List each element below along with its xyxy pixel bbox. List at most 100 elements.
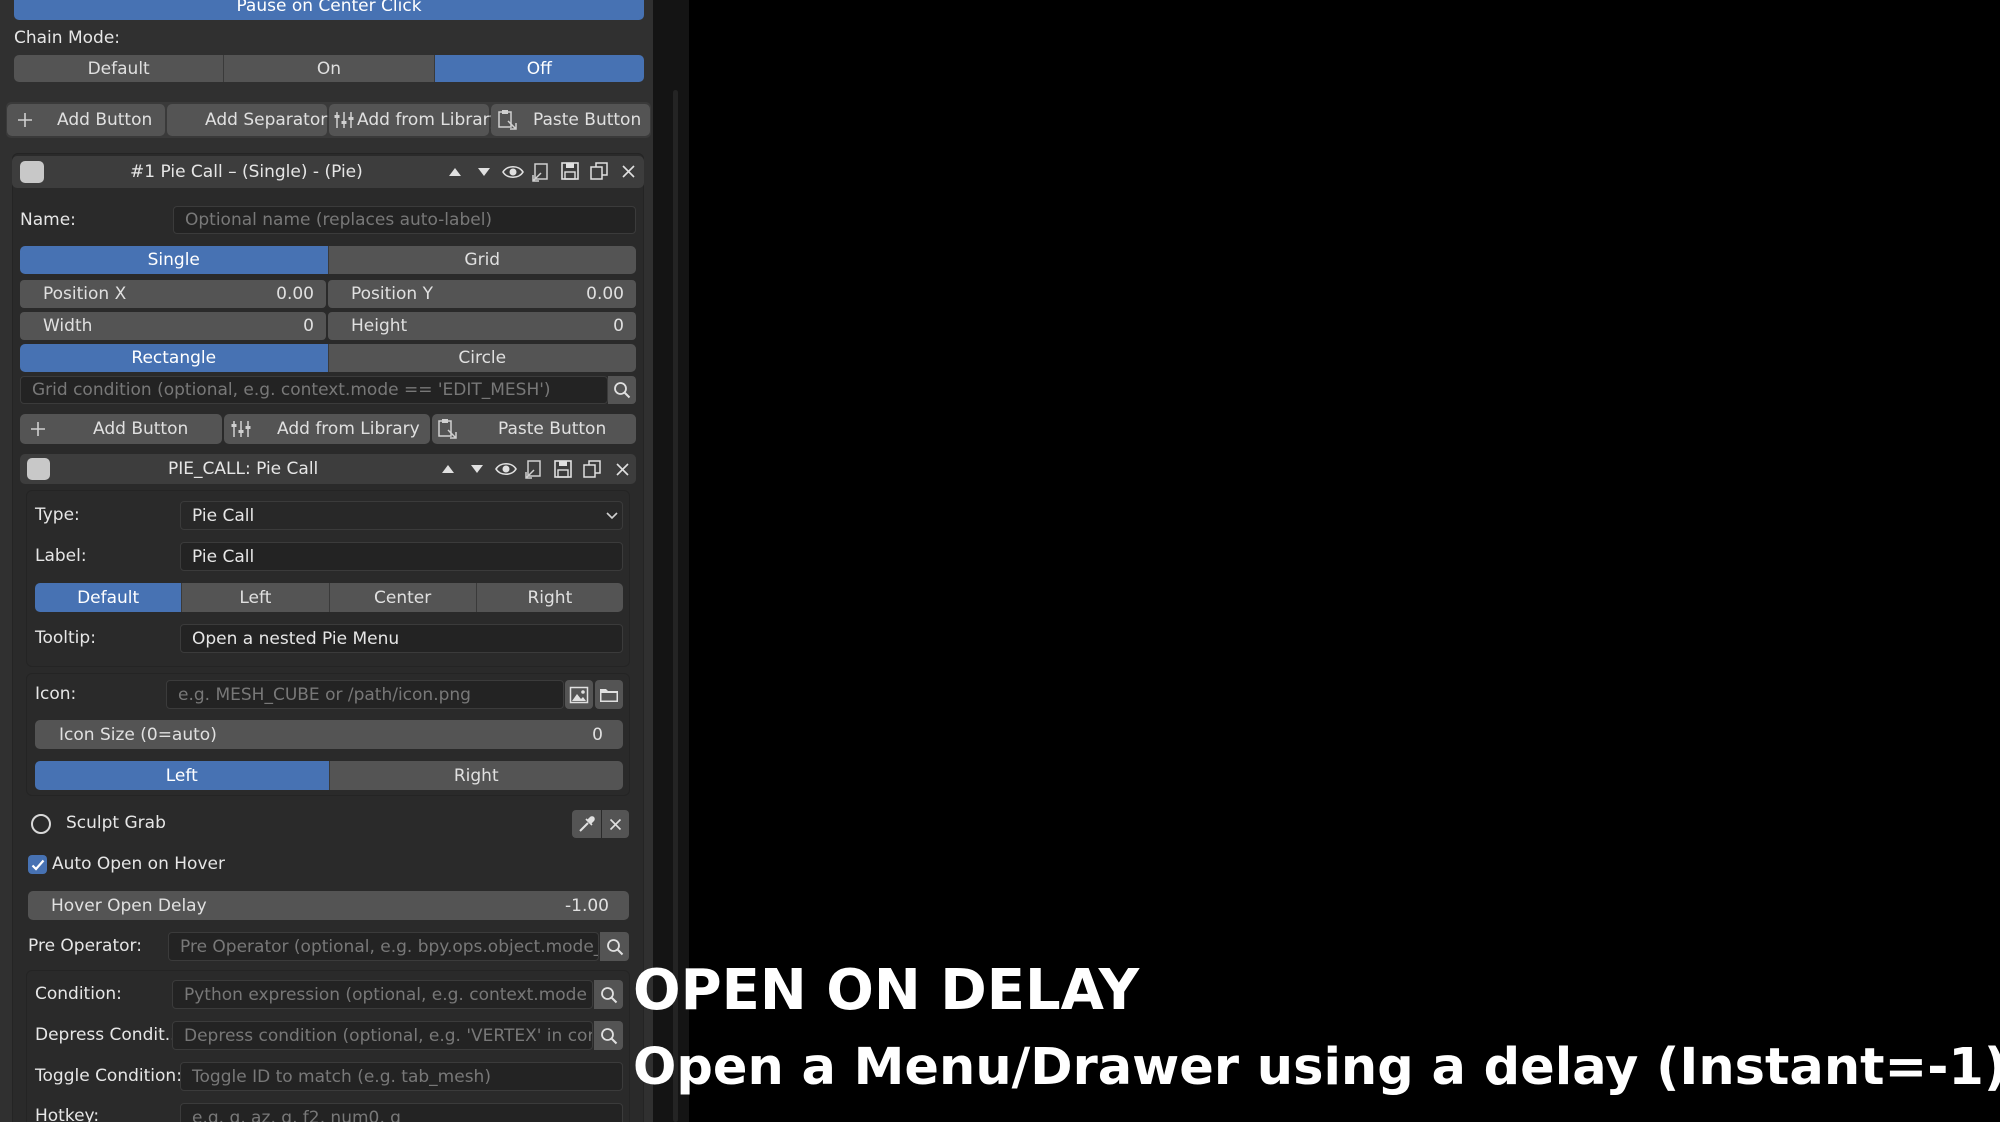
add-from-library-button[interactable]: Add from Library <box>329 104 500 136</box>
clear-sculpt-grab-button[interactable] <box>602 810 629 838</box>
pause-on-center-click-label: Pause on Center Click <box>236 0 422 16</box>
width-label: Width <box>43 316 93 336</box>
grid-condition-input[interactable]: Grid condition (optional, e.g. context.m… <box>20 376 608 404</box>
chain-mode-selector: Default On Off <box>14 55 644 82</box>
icon-side-selector: Left Right <box>35 761 623 790</box>
type-label: Type: <box>35 505 80 525</box>
move-down-icon[interactable] <box>476 164 492 180</box>
item-title: #1 Pie Call – (Single) - (Pie) <box>130 162 363 182</box>
tooltip-input[interactable]: Open a nested Pie Menu <box>180 624 623 653</box>
alignment-selector: Default Left Center Right <box>35 583 623 612</box>
eyedropper-button[interactable] <box>572 810 601 838</box>
move-up-icon[interactable] <box>440 461 456 477</box>
add-button[interactable]: Add Button <box>7 104 165 136</box>
pie-call-title: PIE_CALL: Pie Call <box>168 459 319 479</box>
position-y-field[interactable]: Position Y 0.00 <box>328 280 636 308</box>
tooltip-label: Tooltip: <box>35 628 96 648</box>
sub-add-from-library-button[interactable]: Add from Library <box>224 414 430 444</box>
toggle-condition-input[interactable]: Toggle ID to match (e.g. tab_mesh) <box>180 1062 623 1091</box>
shape-selector: Rectangle Circle <box>20 344 636 372</box>
chain-mode-off[interactable]: Off <box>434 55 644 82</box>
type-dropdown[interactable]: Pie Call <box>180 501 623 530</box>
shape-rectangle[interactable]: Rectangle <box>20 344 329 372</box>
search-icon <box>600 986 617 1003</box>
layout-single[interactable]: Single <box>20 246 329 274</box>
align-default[interactable]: Default <box>35 583 183 612</box>
icon-picker-button[interactable] <box>565 680 593 709</box>
icon-size-value: 0 <box>592 724 603 745</box>
hotkey-input[interactable]: e.g. g, az, g, f2, num0, g <box>180 1103 623 1122</box>
chain-mode-on[interactable]: On <box>224 55 435 82</box>
save-icon[interactable] <box>560 161 580 181</box>
close-icon[interactable] <box>615 462 630 477</box>
sculpt-grab-radio[interactable] <box>31 814 51 834</box>
auto-open-checkbox[interactable] <box>28 855 47 874</box>
icon-side-left[interactable]: Left <box>35 761 330 790</box>
condition-input[interactable]: Python expression (optional, e.g. contex… <box>172 980 593 1009</box>
pre-operator-search-button[interactable] <box>600 932 629 961</box>
label-input[interactable]: Pie Call <box>180 542 623 571</box>
align-center[interactable]: Center <box>329 583 477 612</box>
height-field[interactable]: Height 0 <box>328 312 636 340</box>
depress-condition-input[interactable]: Depress condition (optional, e.g. 'VERTE… <box>172 1021 593 1050</box>
move-down-icon[interactable] <box>469 461 485 477</box>
hover-open-delay-slider[interactable]: Hover Open Delay -1.00 <box>28 891 629 920</box>
width-field[interactable]: Width 0 <box>20 312 326 340</box>
pre-operator-input[interactable]: Pre Operator (optional, e.g. bpy.ops.obj… <box>168 932 599 961</box>
search-icon <box>606 938 623 955</box>
position-x-value: 0.00 <box>276 284 314 304</box>
add-separator-label: Add Separator <box>205 110 328 130</box>
label-label: Label: <box>35 546 87 566</box>
position-y-value: 0.00 <box>586 284 624 304</box>
hover-open-delay-value: -1.00 <box>565 895 609 916</box>
paste-button-label: Paste Button <box>533 110 642 130</box>
duplicate-icon[interactable] <box>589 161 609 181</box>
height-label: Height <box>351 316 408 336</box>
icon-label: Icon: <box>35 684 77 704</box>
caption-subtitle: Open a Menu/Drawer using a delay (Instan… <box>633 1038 2000 1097</box>
chain-mode-default[interactable]: Default <box>14 55 225 82</box>
position-x-label: Position X <box>43 284 127 304</box>
image-icon <box>569 686 589 703</box>
move-up-icon[interactable] <box>447 164 463 180</box>
checkmark-icon <box>31 859 44 871</box>
paste-button[interactable]: Paste Button <box>491 104 650 136</box>
panel-scrollbar-track <box>653 0 689 1122</box>
close-icon <box>609 818 622 830</box>
position-x-field[interactable]: Position X 0.00 <box>20 280 326 308</box>
pause-on-center-click-button[interactable]: Pause on Center Click <box>14 0 644 20</box>
align-right[interactable]: Right <box>476 583 623 612</box>
icon-side-right[interactable]: Right <box>329 761 623 790</box>
name-label: Name: <box>20 210 76 230</box>
copy-to-clipboard-icon[interactable] <box>530 161 552 183</box>
shape-circle[interactable]: Circle <box>328 344 636 372</box>
close-icon[interactable] <box>621 164 636 179</box>
add-button-label: Add Button <box>57 110 153 130</box>
layout-grid[interactable]: Grid <box>328 246 636 274</box>
icon-size-slider[interactable]: Icon Size (0=auto) 0 <box>35 720 623 749</box>
eye-icon[interactable] <box>502 163 524 181</box>
sub-paste-button[interactable]: Paste Button <box>432 414 636 444</box>
depress-condition-search-button[interactable] <box>594 1021 623 1050</box>
grid-condition-search-button[interactable] <box>608 376 636 404</box>
item-enable-checkbox[interactable] <box>20 161 44 183</box>
save-icon[interactable] <box>553 459 573 479</box>
pie-call-enable-checkbox[interactable] <box>27 458 50 480</box>
icon-input[interactable]: e.g. MESH_CUBE or /path/icon.png <box>166 680 564 709</box>
plus-icon <box>31 422 45 436</box>
copy-to-clipboard-icon[interactable] <box>523 458 545 480</box>
chevron-down-icon <box>606 512 618 520</box>
auto-open-label: Auto Open on Hover <box>52 854 225 874</box>
sliders-icon <box>334 112 354 128</box>
name-input[interactable]: Optional name (replaces auto-label) <box>173 206 636 234</box>
eye-icon[interactable] <box>495 460 517 478</box>
chain-mode-label: Chain Mode: <box>14 28 121 48</box>
icon-browse-button[interactable] <box>595 680 623 709</box>
sub-add-button[interactable]: Add Button <box>20 414 222 444</box>
icon-size-label: Icon Size (0=auto) <box>59 724 217 745</box>
condition-search-button[interactable] <box>594 980 623 1009</box>
search-icon <box>600 1027 617 1044</box>
add-separator-button[interactable]: Add Separator <box>167 104 327 136</box>
duplicate-icon[interactable] <box>582 459 602 479</box>
align-left[interactable]: Left <box>182 583 330 612</box>
